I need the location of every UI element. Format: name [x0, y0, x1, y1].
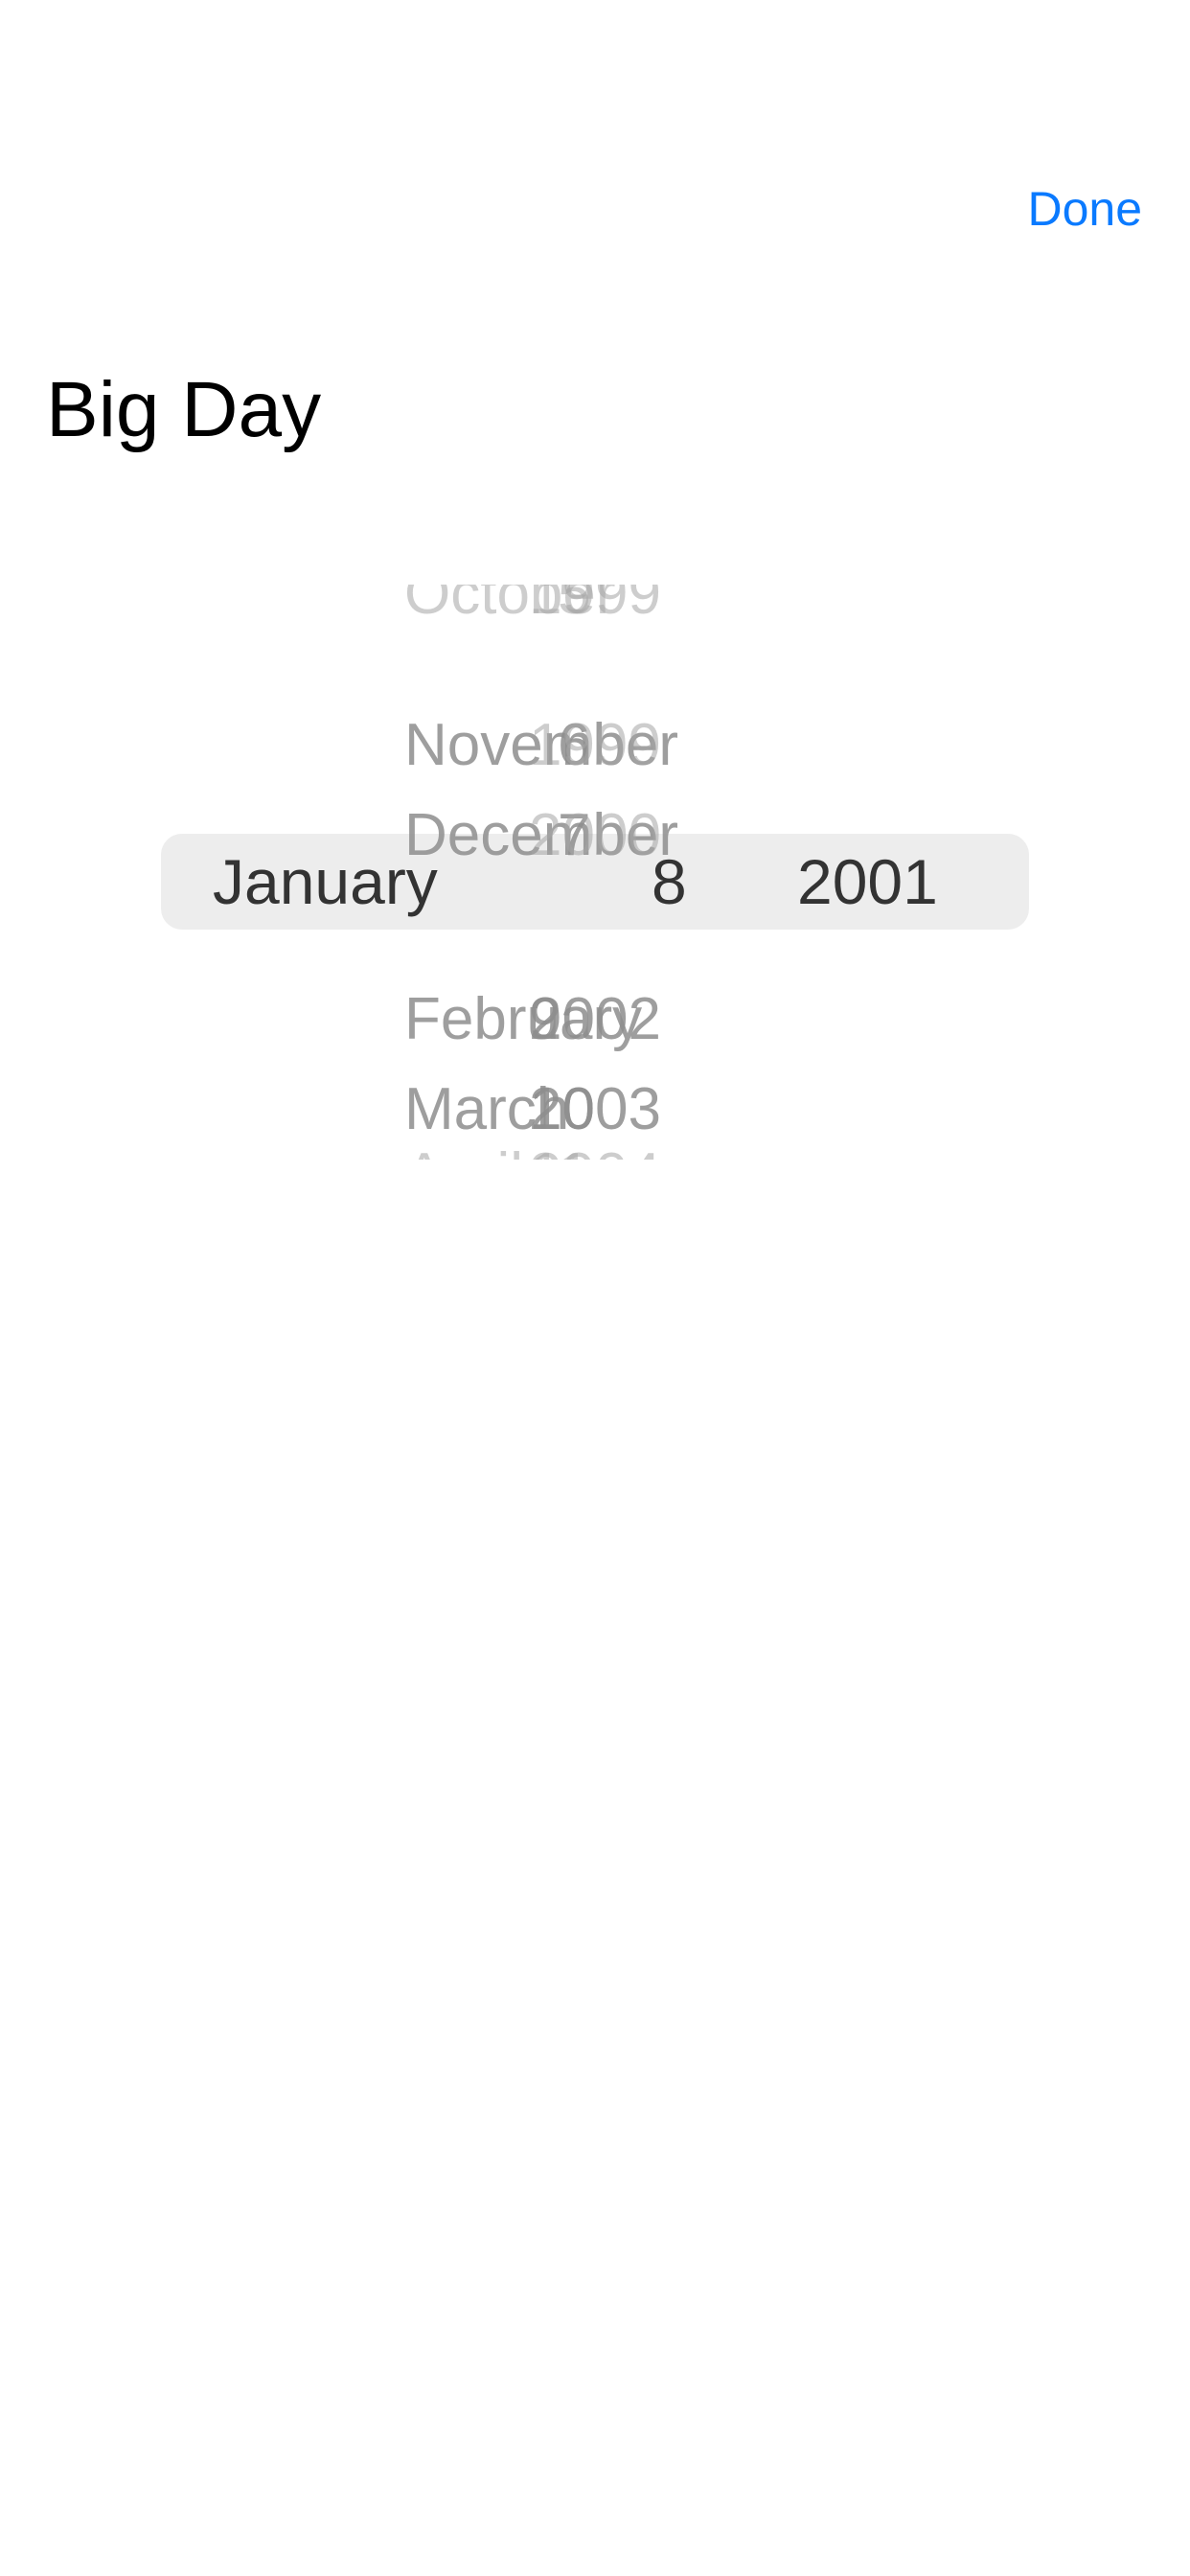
picker-year-option[interactable]: 2004 — [529, 1129, 661, 1160]
picker-year-option[interactable]: 2002 — [529, 974, 661, 1066]
picker-year-option[interactable]: 2000 — [529, 790, 661, 882]
picker-wheels[interactable]: October 5 1999 November 6 1999 December … — [0, 585, 1190, 1160]
picker-selected-year[interactable]: 2001 — [797, 836, 938, 928]
picker-year-option[interactable]: 1999 — [529, 585, 661, 640]
picker-selected-day[interactable]: 8 — [652, 836, 687, 928]
date-picker[interactable]: October 5 1999 November 6 1999 December … — [0, 0, 1190, 2576]
picker-year-option[interactable]: 1999 — [529, 700, 661, 792]
picker-month-option[interactable]: April — [404, 1129, 523, 1160]
picker-selected-month[interactable]: January — [213, 836, 438, 928]
